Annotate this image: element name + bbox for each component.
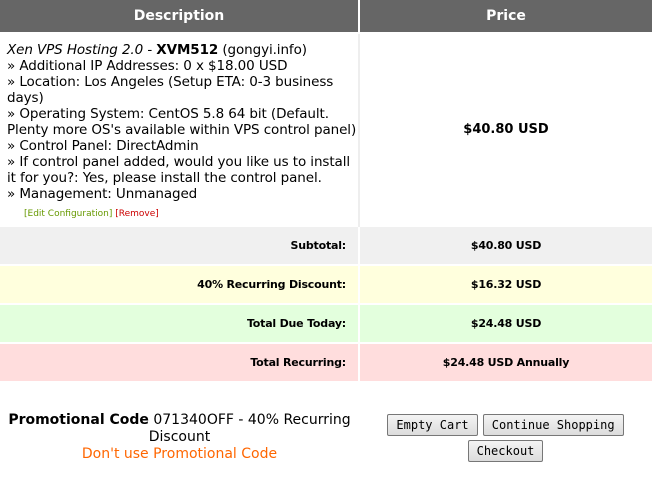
description-header: Description bbox=[0, 0, 360, 34]
subtotal-row: Subtotal: $40.80 USD bbox=[0, 225, 652, 265]
promo-code-section: Promotional Code 071340OFF - 40% Recurri… bbox=[0, 412, 359, 463]
config-control-panel: » Control Panel: DirectAdmin bbox=[7, 138, 199, 154]
config-os: » Operating System: CentOS 5.8 64 bit (D… bbox=[7, 106, 357, 138]
cart-header-row: Description Price bbox=[0, 0, 652, 34]
promo-code-text: 071340OFF - 40% Recurring Discount bbox=[148, 412, 351, 445]
cart-buttons: Empty Cart Continue Shopping Checkout bbox=[359, 414, 652, 466]
price-header: Price bbox=[359, 0, 652, 34]
item-price: $40.80 USD bbox=[463, 122, 549, 137]
empty-cart-button[interactable]: Empty Cart bbox=[387, 414, 478, 436]
subtotal-value: $40.80 USD bbox=[359, 225, 652, 265]
item-description: Xen VPS Hosting 2.0 - XVM512 (gongyi.inf… bbox=[0, 33, 360, 206]
product-name: Xen VPS Hosting 2.0 bbox=[7, 42, 144, 58]
config-location: » Location: Los Angeles (Setup ETA: 0-3 … bbox=[7, 74, 334, 106]
remove-item-link[interactable]: [Remove] bbox=[115, 209, 159, 219]
due-today-value: $24.48 USD bbox=[359, 303, 652, 343]
discount-row: 40% Recurring Discount: $16.32 USD bbox=[0, 264, 652, 304]
edit-configuration-link[interactable]: [Edit Configuration] bbox=[24, 209, 112, 219]
promo-code-label: Promotional Code bbox=[8, 412, 149, 428]
product-title: Xen VPS Hosting 2.0 - XVM512 (gongyi.inf… bbox=[7, 42, 307, 58]
checkout-button[interactable]: Checkout bbox=[467, 440, 544, 462]
due-today-row: Total Due Today: $24.48 USD bbox=[0, 303, 652, 343]
due-today-label: Total Due Today: bbox=[0, 303, 360, 343]
recurring-row: Total Recurring: $24.48 USD Annually bbox=[0, 342, 652, 381]
plan-name: XVM512 bbox=[156, 42, 219, 58]
domain-name: (gongyi.info) bbox=[222, 42, 307, 58]
config-management: » Management: Unmanaged bbox=[7, 186, 198, 202]
subtotal-label: Subtotal: bbox=[0, 225, 360, 265]
cart-item-row: Xen VPS Hosting 2.0 - XVM512 (gongyi.inf… bbox=[0, 33, 652, 206]
config-install: » If control panel added, would you like… bbox=[7, 154, 351, 186]
recurring-value: $24.48 USD Annually bbox=[359, 342, 652, 381]
discount-value: $16.32 USD bbox=[359, 264, 652, 304]
title-separator: - bbox=[143, 42, 157, 58]
discount-label: 40% Recurring Discount: bbox=[0, 264, 360, 304]
config-ip: » Additional IP Addresses: 0 x $18.00 US… bbox=[7, 58, 288, 74]
remove-promo-link[interactable]: Don't use Promotional Code bbox=[0, 446, 359, 463]
continue-shopping-button[interactable]: Continue Shopping bbox=[482, 414, 624, 436]
item-actions: [Edit Configuration] [Remove] bbox=[0, 206, 360, 226]
recurring-label: Total Recurring: bbox=[0, 342, 360, 381]
cart-table: Description Price Xen VPS Hosting 2.0 - … bbox=[0, 0, 652, 381]
